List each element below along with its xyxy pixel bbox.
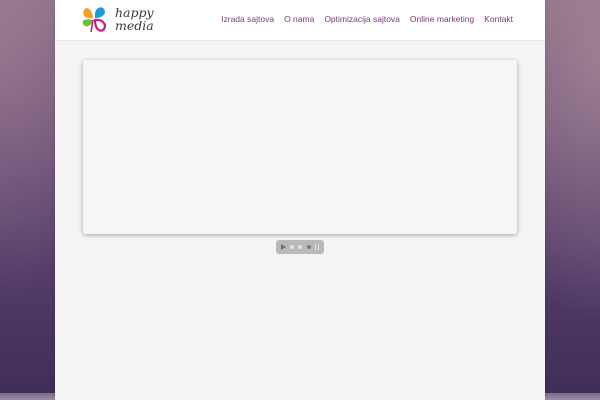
slide-dot-1[interactable] [290, 245, 295, 249]
slide-dot-2[interactable] [298, 245, 303, 249]
logo-wordmark: happy media [115, 6, 154, 32]
image-slider[interactable] [83, 60, 517, 234]
main-nav: Izrada sajtova O nama Optimizacija sajto… [211, 14, 513, 24]
nav-item-kontakt[interactable]: Kontakt [484, 14, 513, 24]
nav-item-online-marketing[interactable]: Online marketing [410, 14, 474, 24]
slider-controls [276, 240, 324, 254]
slide-dot-3[interactable] [306, 245, 311, 249]
clover-logo-icon [82, 7, 106, 33]
nav-item-optimizacija-sajtova[interactable]: Optimizacija sajtova [324, 14, 400, 24]
nav-item-o-nama[interactable]: O nama [284, 14, 314, 24]
logo-text-line2: media [115, 18, 154, 33]
pause-icon[interactable] [314, 244, 319, 250]
site-logo[interactable]: happy media [80, 5, 160, 35]
site-header: happy media Izrada sajtova O nama Optimi… [55, 0, 545, 41]
play-icon[interactable] [281, 244, 287, 250]
page-container: happy media Izrada sajtova O nama Optimi… [55, 0, 545, 400]
nav-item-izrada-sajtova[interactable]: Izrada sajtova [221, 14, 274, 24]
